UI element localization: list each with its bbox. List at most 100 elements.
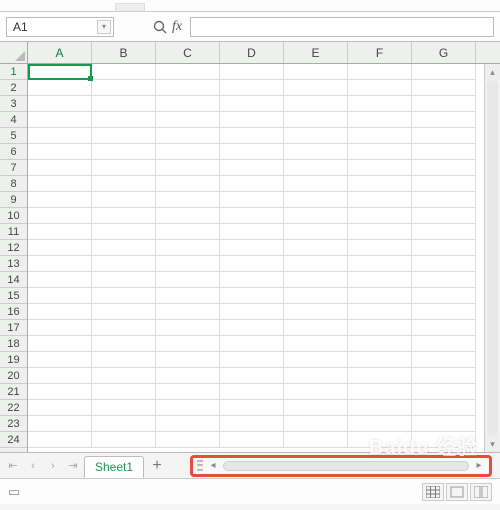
cell[interactable]: [156, 336, 220, 352]
cell[interactable]: [28, 128, 92, 144]
cell[interactable]: [284, 64, 348, 80]
cell[interactable]: [92, 128, 156, 144]
cell[interactable]: [348, 208, 412, 224]
cell[interactable]: [348, 176, 412, 192]
cell[interactable]: [92, 416, 156, 432]
cell[interactable]: [412, 384, 476, 400]
cell[interactable]: [348, 160, 412, 176]
cell[interactable]: [220, 416, 284, 432]
cell[interactable]: [284, 432, 348, 448]
column-header-a[interactable]: A: [28, 42, 92, 63]
cell[interactable]: [156, 352, 220, 368]
cell[interactable]: [412, 368, 476, 384]
cell[interactable]: [156, 160, 220, 176]
cell[interactable]: [156, 64, 220, 80]
name-box[interactable]: A1 ▾: [6, 17, 114, 37]
cell[interactable]: [220, 224, 284, 240]
cell[interactable]: [28, 416, 92, 432]
row-header[interactable]: 17: [0, 320, 27, 336]
cell[interactable]: [284, 320, 348, 336]
cell[interactable]: [284, 352, 348, 368]
cell[interactable]: [348, 400, 412, 416]
cell[interactable]: [220, 112, 284, 128]
cell[interactable]: [156, 176, 220, 192]
cell[interactable]: [284, 224, 348, 240]
cell[interactable]: [28, 240, 92, 256]
cell[interactable]: [348, 384, 412, 400]
cell[interactable]: [156, 208, 220, 224]
row-header[interactable]: 8: [0, 176, 27, 192]
row-header[interactable]: 16: [0, 304, 27, 320]
cell[interactable]: [284, 304, 348, 320]
cell[interactable]: [348, 224, 412, 240]
cell[interactable]: [348, 64, 412, 80]
cell[interactable]: [28, 304, 92, 320]
cell[interactable]: [220, 336, 284, 352]
cell[interactable]: [348, 320, 412, 336]
cell[interactable]: [412, 256, 476, 272]
cell[interactable]: [220, 272, 284, 288]
row-header[interactable]: 10: [0, 208, 27, 224]
scroll-right-icon[interactable]: ▸: [473, 460, 485, 471]
cell[interactable]: [348, 368, 412, 384]
cell[interactable]: [220, 288, 284, 304]
cell[interactable]: [28, 432, 92, 448]
cell[interactable]: [92, 64, 156, 80]
cell[interactable]: [156, 432, 220, 448]
cell[interactable]: [156, 144, 220, 160]
cell[interactable]: [348, 336, 412, 352]
cell[interactable]: [92, 144, 156, 160]
cell[interactable]: [220, 256, 284, 272]
row-header[interactable]: 13: [0, 256, 27, 272]
cell[interactable]: [156, 256, 220, 272]
add-sheet-button[interactable]: +: [146, 455, 168, 477]
cell[interactable]: [92, 336, 156, 352]
scroll-left-icon[interactable]: ◂: [207, 460, 219, 471]
insert-function-button[interactable]: fx: [172, 19, 182, 35]
last-sheet-button[interactable]: ⇥: [64, 457, 82, 475]
cell[interactable]: [28, 176, 92, 192]
cell[interactable]: [412, 304, 476, 320]
cell[interactable]: [156, 128, 220, 144]
cell[interactable]: [412, 416, 476, 432]
cell[interactable]: [156, 96, 220, 112]
cell[interactable]: [92, 432, 156, 448]
cell[interactable]: [28, 112, 92, 128]
first-sheet-button[interactable]: ⇤: [4, 457, 22, 475]
column-header-g[interactable]: G: [412, 42, 476, 63]
cell[interactable]: [92, 208, 156, 224]
row-header[interactable]: 20: [0, 368, 27, 384]
cell[interactable]: [412, 192, 476, 208]
row-header[interactable]: 7: [0, 160, 27, 176]
select-all-corner[interactable]: [0, 42, 28, 64]
cell[interactable]: [156, 416, 220, 432]
cell[interactable]: [28, 352, 92, 368]
cell[interactable]: [412, 432, 476, 448]
cell[interactable]: [92, 96, 156, 112]
cell[interactable]: [220, 368, 284, 384]
cell[interactable]: [412, 128, 476, 144]
horizontal-scroll-track[interactable]: [223, 461, 469, 471]
cell[interactable]: [220, 192, 284, 208]
cell[interactable]: [92, 176, 156, 192]
row-header[interactable]: 12: [0, 240, 27, 256]
cell[interactable]: [348, 144, 412, 160]
cell[interactable]: [220, 384, 284, 400]
sheet-tab-active[interactable]: Sheet1: [84, 456, 144, 478]
cell[interactable]: [156, 400, 220, 416]
cell[interactable]: [412, 64, 476, 80]
row-header[interactable]: 3: [0, 96, 27, 112]
cell[interactable]: [28, 64, 92, 80]
cell[interactable]: [28, 80, 92, 96]
cell[interactable]: [28, 384, 92, 400]
cell[interactable]: [284, 416, 348, 432]
cell[interactable]: [348, 288, 412, 304]
row-header[interactable]: 1: [0, 64, 27, 80]
normal-view-button[interactable]: [422, 483, 444, 501]
cell[interactable]: [348, 192, 412, 208]
cell[interactable]: [220, 64, 284, 80]
cell[interactable]: [92, 256, 156, 272]
cell[interactable]: [412, 208, 476, 224]
cell[interactable]: [156, 192, 220, 208]
formula-input[interactable]: [190, 17, 494, 37]
